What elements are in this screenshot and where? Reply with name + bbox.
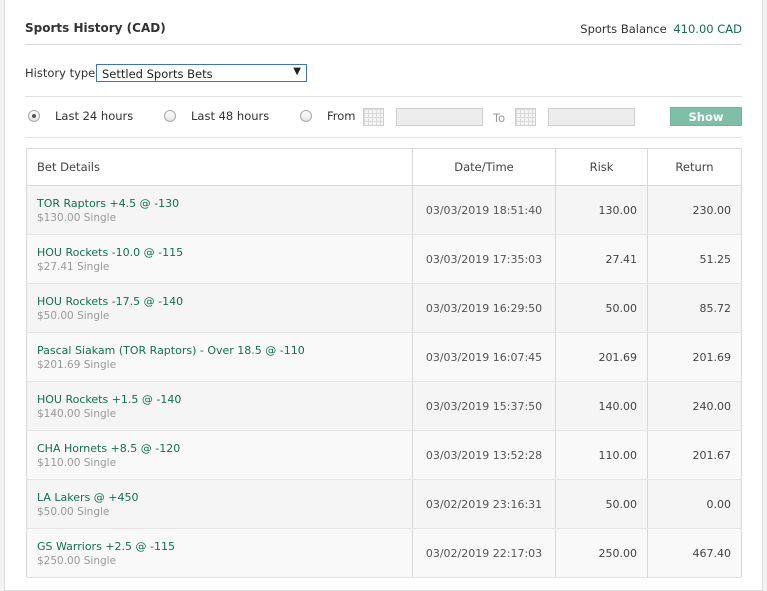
bet-details-cell: GS Warriors +2.5 @ -115 $250.00 Single — [26, 528, 413, 578]
bet-risk: 27.41 — [555, 234, 648, 284]
bet-stake: $250.00 Single — [37, 554, 117, 567]
radio-label-24: Last 24 hours — [55, 109, 134, 123]
table-row: HOU Rockets -10.0 @ -115 $27.41 Single 0… — [26, 234, 742, 284]
bet-selection-link[interactable]: GS Warriors +2.5 @ -115 — [37, 540, 412, 553]
table-row: HOU Rockets +1.5 @ -140 $140.00 Single 0… — [26, 381, 742, 431]
history-type-select[interactable]: Settled Sports Bets ▼ — [96, 64, 307, 82]
radio-button-icon[interactable] — [164, 110, 176, 122]
bet-details-cell: Pascal Siakam (TOR Raptors) - Over 18.5 … — [26, 332, 413, 382]
table-row: LA Lakers @ +450 $50.00 Single 03/02/201… — [26, 479, 742, 529]
bet-return: 230.00 — [647, 185, 742, 235]
bet-risk: 201.69 — [555, 332, 648, 382]
panel-header: Sports History (CAD) Sports Balance 410.… — [25, 17, 742, 45]
bet-datetime: 03/03/2019 16:07:45 — [412, 332, 556, 382]
caret-down-icon: ▼ — [293, 66, 301, 77]
bet-return: 240.00 — [647, 381, 742, 431]
radio-last-24-hours[interactable]: Last 24 hours — [28, 109, 133, 123]
bet-datetime: 03/03/2019 16:29:50 — [412, 283, 556, 333]
balance-amount: 410.00 CAD — [673, 22, 742, 36]
bet-details-cell: HOU Rockets +1.5 @ -140 $140.00 Single — [26, 381, 413, 431]
col-header-date-time: Date/Time — [412, 148, 556, 186]
radio-label-from: From — [327, 109, 356, 123]
bet-datetime: 03/02/2019 23:16:31 — [412, 479, 556, 529]
bet-selection-link[interactable]: HOU Rockets -17.5 @ -140 — [37, 295, 412, 308]
bet-selection-link[interactable]: HOU Rockets -10.0 @ -115 — [37, 246, 412, 259]
bet-return: 201.67 — [647, 430, 742, 480]
bet-details-cell: HOU Rockets -10.0 @ -115 $27.41 Single — [26, 234, 413, 284]
bet-selection-link[interactable]: TOR Raptors +4.5 @ -130 — [37, 197, 412, 210]
bet-selection-link[interactable]: CHA Hornets +8.5 @ -120 — [37, 442, 412, 455]
bet-risk: 130.00 — [555, 185, 648, 235]
table-row: CHA Hornets +8.5 @ -120 $110.00 Single 0… — [26, 430, 742, 480]
bet-selection-link[interactable]: Pascal Siakam (TOR Raptors) - Over 18.5 … — [37, 344, 412, 357]
radio-button-checked-icon[interactable] — [28, 110, 40, 122]
radio-last-48-hours[interactable]: Last 48 hours — [164, 109, 269, 123]
bet-details-cell: TOR Raptors +4.5 @ -130 $130.00 Single — [26, 185, 413, 235]
bet-stake: $140.00 Single — [37, 407, 117, 420]
from-date-input[interactable] — [396, 108, 483, 126]
col-header-return: Return — [647, 148, 742, 186]
bet-return: 51.25 — [647, 234, 742, 284]
history-type-selected: Settled Sports Bets — [102, 67, 213, 81]
date-filter-row: Last 24 hours Last 48 hours From To Show — [25, 106, 742, 138]
table-row: GS Warriors +2.5 @ -115 $250.00 Single 0… — [26, 528, 742, 578]
bet-return: 85.72 — [647, 283, 742, 333]
bet-stake: $130.00 Single — [37, 211, 117, 224]
bet-selection-link[interactable]: LA Lakers @ +450 — [37, 491, 412, 504]
from-calendar-icon[interactable] — [363, 108, 384, 126]
bet-datetime: 03/03/2019 15:37:50 — [412, 381, 556, 431]
to-calendar-icon[interactable] — [515, 108, 536, 126]
bet-datetime: 03/03/2019 18:51:40 — [412, 185, 556, 235]
show-button[interactable]: Show — [670, 107, 742, 126]
table-row: Pascal Siakam (TOR Raptors) - Over 18.5 … — [26, 332, 742, 382]
col-header-bet-details: Bet Details — [26, 148, 413, 186]
table-row: TOR Raptors +4.5 @ -130 $130.00 Single 0… — [26, 185, 742, 235]
bet-stake: $201.69 Single — [37, 358, 117, 371]
col-header-risk: Risk — [555, 148, 648, 186]
bet-details-cell: CHA Hornets +8.5 @ -120 $110.00 Single — [26, 430, 413, 480]
bet-selection-link[interactable]: HOU Rockets +1.5 @ -140 — [37, 393, 412, 406]
to-date-input[interactable] — [548, 108, 635, 126]
bet-stake: $27.41 Single — [37, 260, 110, 273]
bet-risk: 50.00 — [555, 479, 648, 529]
bet-risk: 140.00 — [555, 381, 648, 431]
sports-balance: Sports Balance 410.00 CAD — [580, 22, 742, 36]
bet-history-table: Bet Details Date/Time Risk Return TOR Ra… — [26, 148, 742, 578]
bet-return: 467.40 — [647, 528, 742, 578]
radio-label-48: Last 48 hours — [191, 109, 270, 123]
to-label: To — [493, 111, 506, 125]
bet-return: 201.69 — [647, 332, 742, 382]
table-row: HOU Rockets -17.5 @ -140 $50.00 Single 0… — [26, 283, 742, 333]
bet-datetime: 03/03/2019 13:52:28 — [412, 430, 556, 480]
bet-stake: $50.00 Single — [37, 309, 110, 322]
page-title: Sports History (CAD) — [25, 21, 166, 35]
history-type-row: History type Settled Sports Bets ▼ — [25, 64, 742, 97]
bet-datetime: 03/02/2019 22:17:03 — [412, 528, 556, 578]
balance-label: Sports Balance — [580, 22, 667, 36]
radio-from-range[interactable]: From — [300, 109, 356, 123]
sports-history-panel: Sports History (CAD) Sports Balance 410.… — [4, 0, 763, 591]
radio-button-icon[interactable] — [300, 110, 312, 122]
bet-risk: 250.00 — [555, 528, 648, 578]
bet-risk: 110.00 — [555, 430, 648, 480]
bet-details-cell: HOU Rockets -17.5 @ -140 $50.00 Single — [26, 283, 413, 333]
bet-stake: $110.00 Single — [37, 456, 117, 469]
bet-datetime: 03/03/2019 17:35:03 — [412, 234, 556, 284]
bet-stake: $50.00 Single — [37, 505, 110, 518]
bet-details-cell: LA Lakers @ +450 $50.00 Single — [26, 479, 413, 529]
history-type-label: History type — [25, 66, 96, 80]
table-header-row: Bet Details Date/Time Risk Return — [26, 148, 742, 186]
bet-return: 0.00 — [647, 479, 742, 529]
bet-risk: 50.00 — [555, 283, 648, 333]
